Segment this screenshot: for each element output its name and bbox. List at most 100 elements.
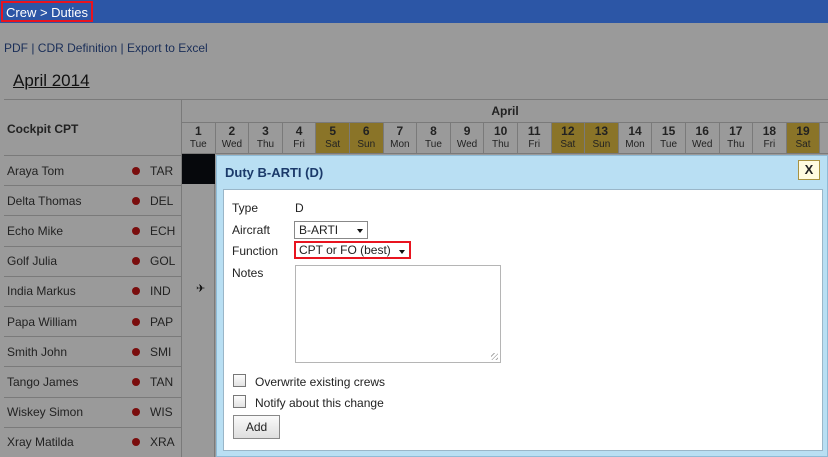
day-number: 15 bbox=[661, 124, 676, 138]
breadcrumb[interactable]: Crew > Duties bbox=[1, 1, 93, 22]
day-header-cell: 8 Tue bbox=[417, 123, 451, 153]
crew-name: Echo Mike bbox=[7, 223, 64, 238]
red-dot-icon bbox=[132, 347, 140, 356]
day-column-1: ✈ bbox=[182, 154, 215, 457]
page-title: April 2014 bbox=[13, 71, 90, 90]
day-header-cell: 4 Fri bbox=[283, 123, 317, 153]
day-name: Fri bbox=[528, 139, 541, 150]
add-button[interactable]: Add bbox=[233, 415, 280, 439]
function-select[interactable]: CPT or FO (best) bbox=[294, 241, 411, 259]
day-number: 19 bbox=[796, 124, 810, 138]
crew-name: Wiskey Simon bbox=[7, 405, 84, 420]
chevron-down-icon bbox=[399, 250, 405, 254]
red-dot-icon bbox=[132, 166, 140, 175]
day-number: 9 bbox=[463, 124, 471, 138]
chevron-down-icon bbox=[357, 229, 363, 233]
overwrite-label: Overwrite existing crews bbox=[255, 375, 386, 389]
day-header-cell: 17 Thu bbox=[720, 123, 754, 153]
dialog-title: Duty B-ARTI (D) bbox=[225, 165, 324, 180]
day-number: 4 bbox=[295, 124, 303, 138]
day-number: 7 bbox=[396, 124, 404, 138]
day-header-cell: 7 Mon bbox=[384, 123, 418, 153]
day-number: 14 bbox=[628, 124, 642, 138]
day-number: 5 bbox=[329, 124, 337, 138]
day-name: Mon bbox=[390, 139, 410, 150]
day-name: Tue bbox=[189, 139, 207, 150]
crew-code: DEL bbox=[150, 193, 174, 208]
crew-row[interactable]: Papa William PAP bbox=[4, 306, 182, 338]
link-separator: | bbox=[28, 41, 38, 55]
crew-row[interactable]: Tango James TAN bbox=[4, 367, 182, 398]
crew-name: Tango James bbox=[7, 374, 79, 389]
notes-textarea[interactable] bbox=[295, 265, 501, 363]
duty-dialog: Duty B-ARTI (D) X Type D Aircraft B-ARTI… bbox=[216, 155, 828, 457]
day-header-row: 1 Tue 2 Wed 3 Thu 4 Fri 5 Sat 6 Sun 7 Mon 8 Tue 9 Wed 10 Th… bbox=[182, 123, 828, 154]
resize-handle-icon[interactable] bbox=[491, 353, 498, 360]
red-dot-icon bbox=[132, 226, 140, 235]
day-header-cell: 3 Thu bbox=[249, 123, 283, 153]
day-number: 17 bbox=[729, 124, 743, 138]
day-header-cell: 18 Fri bbox=[753, 123, 787, 153]
day-number: 8 bbox=[430, 124, 437, 138]
day-header-cell: 5 Sat bbox=[316, 123, 350, 153]
day-name: Sun bbox=[357, 139, 376, 150]
crew-code: PAP bbox=[150, 314, 174, 329]
cdr-definition-link[interactable]: CDR Definition bbox=[38, 41, 117, 55]
aircraft-select[interactable]: B-ARTI bbox=[294, 221, 368, 239]
day-number: 12 bbox=[561, 124, 575, 138]
day-number: 3 bbox=[262, 124, 269, 138]
crew-row[interactable]: Araya Tom TAR bbox=[4, 156, 182, 187]
day-name: Fri bbox=[293, 139, 305, 150]
notify-checkbox[interactable] bbox=[233, 395, 246, 408]
crew-row[interactable]: Delta Thomas DEL bbox=[4, 186, 182, 217]
crew-row[interactable]: Golf Julia GOL bbox=[4, 246, 182, 277]
crew-name: Araya Tom bbox=[7, 163, 65, 178]
crew-group-header: Cockpit CPT bbox=[4, 100, 182, 156]
day-number: 16 bbox=[695, 124, 709, 138]
day-name: Tue bbox=[425, 139, 442, 150]
day-name: Wed bbox=[221, 139, 243, 150]
crew-row[interactable]: Xray Matilda XRA bbox=[4, 427, 182, 457]
day-name: Sat bbox=[325, 139, 341, 150]
crew-row[interactable]: India Markus IND bbox=[4, 276, 182, 307]
pdf-link[interactable]: PDF bbox=[4, 41, 28, 55]
crew-row[interactable]: Smith John SMI bbox=[4, 337, 182, 368]
crew-name: Golf Julia bbox=[7, 254, 58, 269]
day-name: Fri bbox=[763, 139, 776, 150]
overwrite-checkbox[interactable] bbox=[233, 374, 246, 387]
type-label: Type bbox=[232, 201, 259, 215]
day-header-cell: 12 Sat bbox=[551, 123, 586, 153]
day-number: 11 bbox=[527, 124, 541, 138]
crew-row[interactable]: Echo Mike ECH bbox=[4, 216, 182, 247]
day-header-cell: 19 Sat bbox=[786, 123, 821, 153]
crew-code: TAR bbox=[150, 163, 174, 178]
crew-column: Cockpit CPT Araya Tom TAR Delta Thomas DEL E… bbox=[4, 99, 182, 457]
day-name: Thu bbox=[727, 139, 745, 150]
day-number: 2 bbox=[228, 124, 236, 138]
function-label: Function bbox=[232, 244, 279, 258]
red-dot-icon bbox=[132, 408, 140, 417]
day-header-cell: 15 Tue bbox=[652, 123, 686, 153]
crew-code: SMI bbox=[150, 344, 172, 359]
month-header: April bbox=[182, 99, 828, 123]
day-name: Tue bbox=[660, 139, 678, 150]
crew-code: WIS bbox=[150, 405, 173, 420]
link-separator: | bbox=[117, 41, 127, 55]
crew-code: ECH bbox=[150, 223, 176, 238]
red-dot-icon bbox=[132, 438, 140, 447]
day-number: 18 bbox=[762, 124, 777, 138]
aircraft-label: Aircraft bbox=[232, 223, 271, 237]
day-name: Mon bbox=[625, 139, 645, 150]
day-name: Sat bbox=[795, 139, 811, 150]
red-dot-icon bbox=[132, 257, 140, 266]
notes-label: Notes bbox=[232, 266, 264, 280]
plane-icon: ✈ bbox=[196, 283, 206, 295]
close-button[interactable]: X bbox=[798, 160, 820, 180]
day-header-cell: 10 Thu bbox=[484, 123, 518, 153]
export-excel-link[interactable]: Export to Excel bbox=[127, 41, 208, 55]
notify-label: Notify about this change bbox=[255, 396, 384, 410]
crew-row[interactable]: Wiskey Simon WIS bbox=[4, 397, 182, 428]
duty-cell[interactable] bbox=[182, 154, 215, 184]
crew-name: Smith John bbox=[7, 344, 68, 359]
red-dot-icon bbox=[132, 196, 140, 205]
